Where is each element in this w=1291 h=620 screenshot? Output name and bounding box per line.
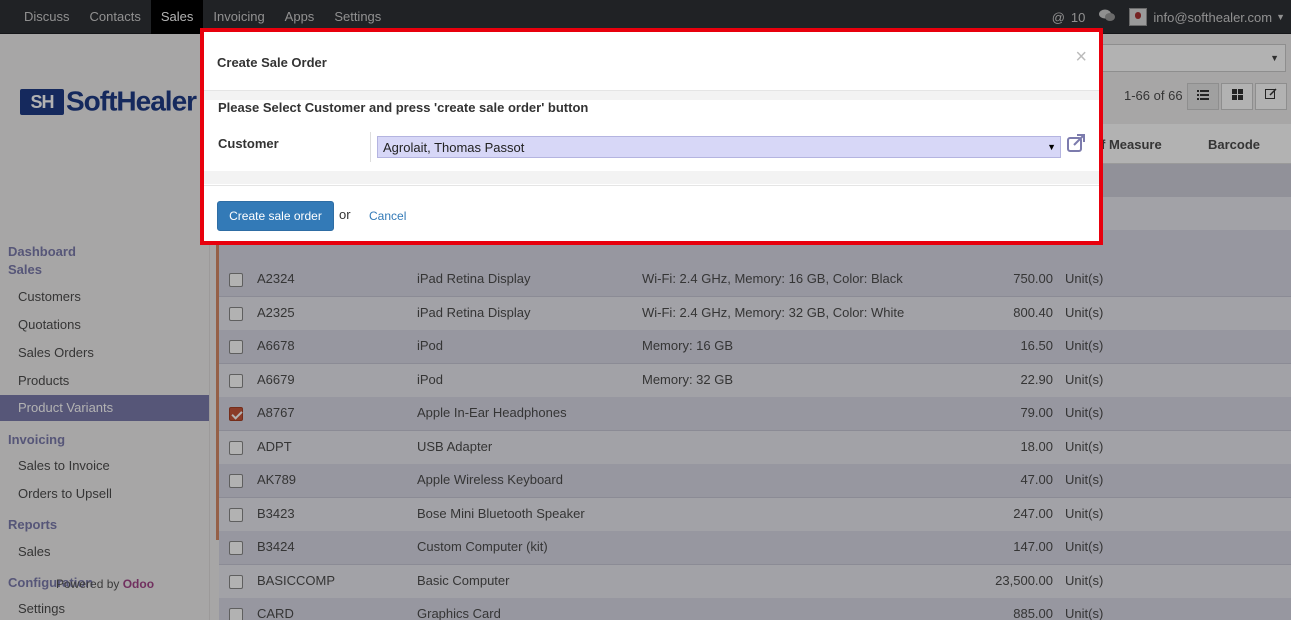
customer-label: Customer (218, 136, 279, 151)
customer-select-value: Agrolait, Thomas Passot (383, 140, 525, 155)
close-icon[interactable]: × (1075, 47, 1087, 67)
create-sale-order-button[interactable]: Create sale order (217, 201, 334, 231)
dialog-title: Create Sale Order (217, 55, 327, 70)
customer-select[interactable]: Agrolait, Thomas Passot ▼ (377, 136, 1061, 158)
dialog-footer: Create sale order or Cancel (204, 185, 1099, 245)
select-arrow-icon[interactable]: ▼ (1047, 142, 1056, 152)
external-link-icon[interactable] (1066, 133, 1086, 153)
dialog-instruction: Please Select Customer and press 'create… (218, 100, 589, 115)
create-sale-order-dialog: Create Sale Order × Please Select Custom… (200, 28, 1103, 245)
dialog-header: Create Sale Order × (204, 32, 1099, 91)
field-separator (370, 132, 371, 162)
cancel-button[interactable]: Cancel (369, 209, 406, 223)
or-text: or (339, 207, 351, 222)
